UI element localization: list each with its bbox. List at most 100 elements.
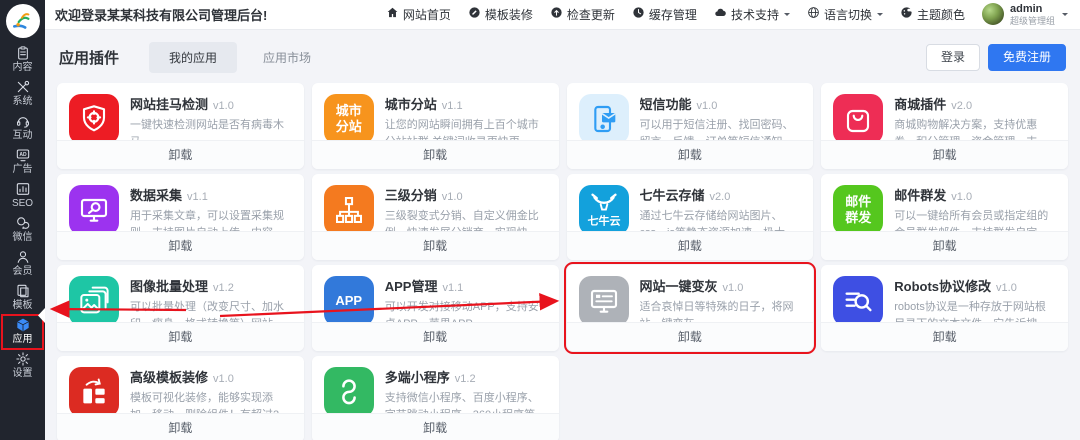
main-area: 欢迎登录某某科技有限公司管理后台! 网站首页 模板装修 检查更新 缓存管理 技术…: [45, 0, 1080, 440]
sidebar-item-label: 微信: [13, 232, 33, 244]
uninstall-button[interactable]: 卸载: [567, 231, 814, 260]
uninstall-button[interactable]: 卸载: [821, 322, 1068, 351]
plugin-card: 商城插件v2.0 商城购物解决方案，支持优惠券、积分管理、资金管理、支付方式、配…: [821, 83, 1068, 169]
user-role: 超级管理组: [1010, 16, 1055, 26]
uninstall-button[interactable]: 卸载: [57, 413, 304, 440]
plugin-title: 邮件群发v1.0: [894, 185, 1056, 204]
plugin-version: v1.1: [187, 191, 208, 203]
home-icon: [386, 6, 399, 22]
sidebar-item-apps[interactable]: 应用: [2, 315, 43, 349]
uninstall-button[interactable]: 卸载: [821, 231, 1068, 260]
plugin-title: 三级分销v1.0: [385, 185, 547, 204]
plugin-card: 图像批量处理v1.2 可以批量处理（改变尺寸、加水印、瘦身、格式转换等）网站图片…: [57, 265, 304, 351]
page-title: 应用插件: [59, 47, 119, 68]
plugin-title: APP管理v1.1: [385, 276, 547, 295]
member-icon: [15, 249, 31, 265]
uninstall-button[interactable]: 卸载: [312, 413, 559, 440]
plugin-version: v1.0: [213, 100, 234, 112]
svg-text:AD: AD: [19, 152, 27, 158]
nav-item-label: 检查更新: [567, 6, 615, 23]
chevron-down-icon: [784, 13, 790, 19]
plugin-title: Robots协议修改v1.0: [894, 276, 1056, 295]
text-badge-icon: 城市 分站: [324, 94, 374, 144]
plugin-version: v2.0: [951, 100, 972, 112]
plugin-card: 城市 分站 城市分站v1.1 让您的网站瞬间拥有上百个城市分站站群,关键词收录更…: [312, 83, 559, 169]
plugin-icon-text: 邮件 群发: [845, 194, 871, 227]
nav-item-label: 语言切换: [824, 6, 872, 23]
wechat-icon: [15, 215, 31, 231]
ad-icon: AD: [15, 147, 31, 163]
plugin-version: v1.0: [951, 191, 972, 203]
topnav: 网站首页 模板装修 检查更新 缓存管理 技术支持 语言切换 主题颜色 admin…: [386, 3, 1068, 26]
plugin-card: 网站挂马检测v1.0 一键快速检测网站是否有病毒木马 卸载: [57, 83, 304, 169]
uninstall-button[interactable]: 卸载: [821, 140, 1068, 169]
sidebar-item-system[interactable]: 系统: [2, 77, 43, 111]
support-icon: [714, 6, 727, 22]
uninstall-button[interactable]: 卸载: [312, 231, 559, 260]
tab-inactive[interactable]: 应用市场: [243, 42, 331, 73]
template-icon: [15, 283, 31, 299]
org-chart-icon: [324, 185, 374, 235]
plugin-title: 七牛云存储v2.0: [640, 185, 802, 204]
user-name: admin: [1010, 3, 1055, 16]
plugin-grid: 网站挂马检测v1.0 一键快速检测网站是否有病毒木马 卸载 城市 分站 城市分站…: [57, 83, 1068, 440]
tabs: 我的应用应用市场: [149, 42, 331, 73]
plugin-version: v1.0: [697, 100, 718, 112]
sidebar-item-label: 内容: [13, 62, 33, 74]
plugin-title: 图像批量处理v1.2: [130, 276, 292, 295]
decor-icon: [468, 6, 481, 22]
text-badge-icon: APP: [324, 276, 374, 326]
uninstall-button[interactable]: 卸载: [57, 322, 304, 351]
seo-icon: [15, 181, 31, 197]
sidebar-item-interact[interactable]: 互动: [2, 111, 43, 145]
nav-item[interactable]: 语言切换: [807, 6, 883, 23]
interact-icon: [15, 113, 31, 129]
text-badge-icon: 邮件 群发: [833, 185, 883, 235]
sidebar-item-wechat[interactable]: 微信: [2, 213, 43, 247]
uninstall-button[interactable]: 卸载: [312, 140, 559, 169]
qiniu-icon: 七牛云: [579, 185, 629, 235]
uninstall-button[interactable]: 卸载: [57, 231, 304, 260]
plugin-card: 数据采集v1.1 用于采集文章，可以设置采集规则，支持图片自动上传、内容分页采集…: [57, 174, 304, 260]
plugin-card: APP APP管理v1.1 可以开发对接移动APP，支持安卓APP、苹果APP …: [312, 265, 559, 351]
uninstall-button[interactable]: 卸载: [57, 140, 304, 169]
tab-active[interactable]: 我的应用: [149, 42, 237, 73]
nav-item[interactable]: 网站首页: [386, 6, 451, 23]
nav-item-label: 主题颜色: [917, 6, 965, 23]
chevron-down-icon: [877, 13, 883, 19]
sidebar-item-template[interactable]: 模板: [2, 281, 43, 315]
login-button[interactable]: 登录: [926, 44, 980, 70]
nav-item[interactable]: 主题颜色: [900, 6, 965, 23]
content-icon: [15, 45, 31, 61]
sidebar-item-ad[interactable]: AD 广告: [2, 145, 43, 179]
user-menu[interactable]: admin 超级管理组: [982, 3, 1068, 26]
nav-item-label: 缓存管理: [649, 6, 697, 23]
plugin-version: v2.0: [710, 191, 731, 203]
plugin-version: v1.0: [723, 282, 744, 294]
uninstall-button[interactable]: 卸载: [312, 322, 559, 351]
register-button[interactable]: 免费注册: [988, 44, 1066, 70]
nav-item[interactable]: 模板装修: [468, 6, 533, 23]
nav-item[interactable]: 缓存管理: [632, 6, 697, 23]
sidebar-item-content[interactable]: 内容: [2, 43, 43, 77]
header-actions: 登录 免费注册: [926, 44, 1066, 70]
nav-item[interactable]: 检查更新: [550, 6, 615, 23]
site-logo[interactable]: [6, 4, 40, 38]
sidebar-item-label: 系统: [13, 96, 33, 108]
sidebar-item-seo[interactable]: SEO: [2, 179, 43, 213]
sidebar-item-member[interactable]: 会员: [2, 247, 43, 281]
plugin-title: 商城插件v2.0: [894, 94, 1056, 113]
shopping-bag-icon: [833, 94, 883, 144]
nav-item-label: 网站首页: [403, 6, 451, 23]
content: 应用插件 我的应用应用市场 登录 免费注册 网站挂马检测v1.0 一键快速检测网…: [45, 30, 1080, 440]
chevron-down-icon: [1062, 13, 1068, 19]
uninstall-button[interactable]: 卸载: [567, 322, 814, 351]
plugin-version: v1.1: [442, 100, 463, 112]
sidebar-item-settings[interactable]: 设置: [2, 349, 43, 383]
plugin-version: v1.2: [455, 373, 476, 385]
plugin-icon-text: APP: [335, 293, 362, 309]
sidebar-item-label: 广告: [13, 164, 33, 176]
plugin-title: 网站挂马检测v1.0: [130, 94, 292, 113]
uninstall-button[interactable]: 卸载: [567, 140, 814, 169]
nav-item[interactable]: 技术支持: [714, 6, 790, 23]
